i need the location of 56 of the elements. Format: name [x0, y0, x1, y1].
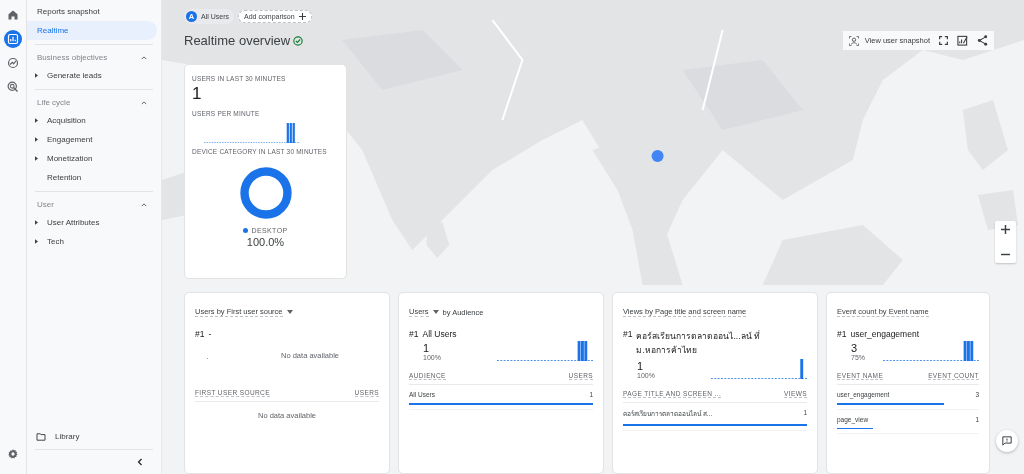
share-icon[interactable]: [977, 35, 988, 46]
section-title: User: [37, 200, 54, 209]
plus-icon: [298, 13, 306, 20]
nav-item[interactable]: Tech: [47, 237, 64, 246]
nav-item[interactable]: User Attributes: [47, 218, 100, 227]
rank-label: #1: [623, 329, 633, 341]
settings-icon[interactable]: [7, 448, 19, 460]
nav-item[interactable]: Generate leads: [47, 71, 102, 80]
expand-arrow-icon[interactable]: [35, 137, 38, 142]
section-title: Life cycle: [37, 98, 71, 107]
metric-value: 3: [851, 342, 859, 354]
expand-arrow-icon[interactable]: [35, 220, 38, 225]
metric-value: 1: [637, 360, 645, 372]
top-item-name: user_engagement: [850, 329, 919, 339]
nav-item[interactable]: Monetization: [47, 154, 93, 163]
expand-arrow-icon[interactable]: [35, 73, 38, 78]
library-link[interactable]: Library: [27, 428, 157, 445]
top-item-name: -: [208, 329, 212, 339]
nav-item[interactable]: Acquisition: [47, 116, 86, 125]
rank-label: #1: [409, 329, 419, 339]
legend-value: 100.0%: [245, 236, 286, 248]
nav-item[interactable]: Retention: [47, 173, 82, 182]
expand-arrow-icon[interactable]: [35, 118, 38, 123]
chevron-icon[interactable]: [141, 201, 147, 208]
feedback-icon: [1002, 436, 1012, 446]
chevron-icon[interactable]: [141, 54, 147, 61]
zoom-in-icon[interactable]: [1001, 225, 1010, 234]
chevron-icon[interactable]: [141, 99, 147, 106]
person-icon: [848, 35, 859, 46]
fullscreen-icon[interactable]: [939, 36, 948, 45]
feedback-button[interactable]: [996, 430, 1018, 452]
edit-chart-icon[interactable]: [957, 35, 968, 46]
page-title: Realtime overview: [184, 33, 291, 48]
metric-value: 1: [423, 342, 431, 354]
expand-arrow-icon[interactable]: [35, 239, 38, 244]
expand-arrow-icon[interactable]: [35, 156, 38, 161]
top-item-name: คอร์สเรียนการตลาดออนไ...ลน์ ที่ ม.หอการค้าไทย: [636, 329, 761, 357]
dropdown-icon[interactable]: [286, 310, 293, 314]
top-item-name: All Users: [422, 329, 457, 339]
reports-icon[interactable]: [4, 30, 22, 48]
check-circle-icon: [293, 35, 304, 46]
rank-label: #1: [195, 329, 205, 339]
nav-item[interactable]: Engagement: [47, 135, 93, 144]
nav-item[interactable]: Reports snapshot: [27, 2, 157, 21]
collapse-icon[interactable]: [137, 458, 143, 466]
metric-value: 1: [192, 84, 203, 104]
section-header[interactable]: User: [27, 196, 157, 213]
nav-item[interactable]: Realtime: [27, 21, 157, 40]
section-header[interactable]: Business objectives: [27, 49, 157, 66]
library-label: Library: [55, 432, 80, 441]
section-header[interactable]: Life cycle: [27, 94, 157, 111]
rank-label: #1: [837, 329, 847, 339]
section-title: Business objectives: [37, 53, 108, 62]
folder-icon: [36, 432, 46, 441]
donut-chart: [237, 165, 294, 221]
dropdown-icon[interactable]: [432, 310, 439, 314]
